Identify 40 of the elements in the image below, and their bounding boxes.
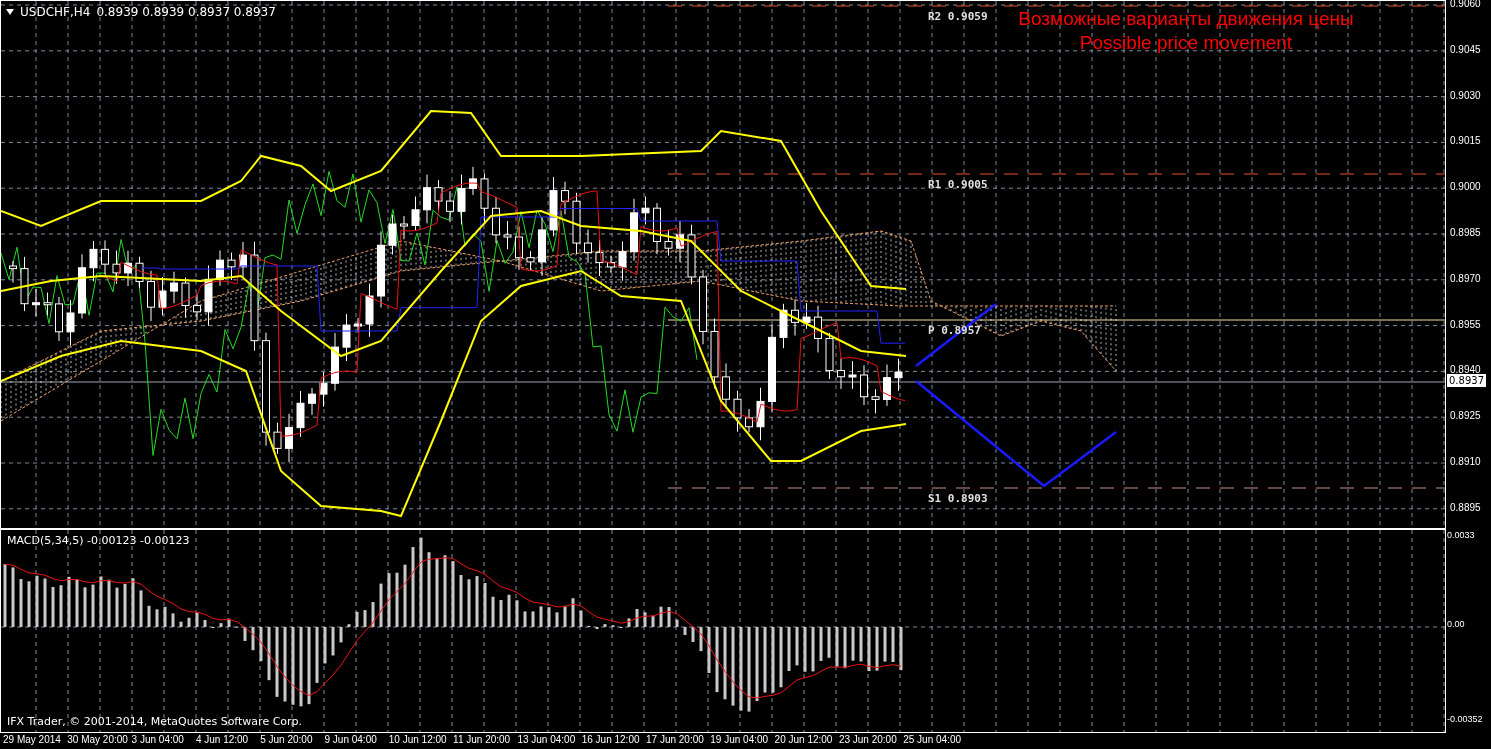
time-axis-label: 13 Jun 04:00: [517, 735, 576, 745]
macd-axis-label: -0.00352: [1447, 715, 1483, 724]
time-axis-label: 16 Jun 12:00: [581, 735, 640, 745]
time-axis-label: 10 Jun 12:00: [388, 735, 447, 745]
price-axis-label: 0.8955: [1450, 319, 1481, 330]
price-axis-label: 0.8985: [1450, 228, 1481, 238]
price-axis-label: 0.8940: [1450, 365, 1481, 376]
chart-symbol: USDCHF,H4: [20, 4, 91, 21]
pivot-level-label: R1 0.9005: [928, 179, 988, 190]
price-axis-label: 0.9000: [1450, 182, 1481, 193]
time-axis-label: 29 May 2014: [3, 735, 61, 745]
time-axis-label: 5 Jun 20:00: [260, 735, 313, 745]
time-axis-label: 17 Jun 20:00: [646, 735, 704, 745]
price-axis-label: 0.8910: [1450, 457, 1481, 467]
time-axis-label: 23 Jun 20:00: [838, 735, 897, 745]
time-axis-label: 19 Jun 04:00: [710, 735, 769, 745]
ohlc-values: 0.8939 0.8939 0.8937 0.8937: [96, 4, 276, 21]
copyright-text: IFX Trader, © 2001-2014, MetaQuotes Software Corp.: [7, 713, 303, 730]
time-axis-label: 9 Jun 04:00: [324, 735, 377, 745]
price-axis-label: 0.8970: [1450, 273, 1481, 284]
time-axis-label: 11 Jun 20:00: [453, 735, 511, 745]
price-axis-label: 0.9030: [1450, 90, 1481, 101]
time-axis-label: 20 Jun 12:00: [774, 735, 833, 745]
price-axis-label: 0.8895: [1450, 502, 1481, 513]
annotation-text: Possible price movement: [1079, 31, 1293, 55]
price-axis-label: 0.9015: [1450, 136, 1481, 147]
price-axis-label: 0.9045: [1450, 44, 1481, 55]
time-axis-label: 4 Jun 12:00: [195, 735, 249, 745]
annotation-text: Возможные варианты движения цены: [1018, 7, 1354, 31]
time-axis-label: 30 May 20:00: [67, 735, 128, 745]
price-axis-label: 0.8925: [1450, 411, 1481, 422]
macd-label: MACD(5,34,5) -0.00123 -0.00123: [7, 533, 190, 549]
pivot-level-label: R2 0.9059: [928, 11, 988, 22]
pivot-level-label: S1 0.8903: [928, 493, 988, 504]
macd-axis-label: 0.00: [1447, 620, 1465, 629]
current-price-label: 0.8937: [1447, 374, 1486, 387]
time-axis-label: 25 Jun 04:00: [903, 735, 961, 745]
price-axis-label: 0.9060: [1450, 0, 1481, 9]
macd-axis-label: 0.0033: [1447, 531, 1475, 540]
time-axis-label: 3 Jun 04:00: [131, 735, 184, 745]
